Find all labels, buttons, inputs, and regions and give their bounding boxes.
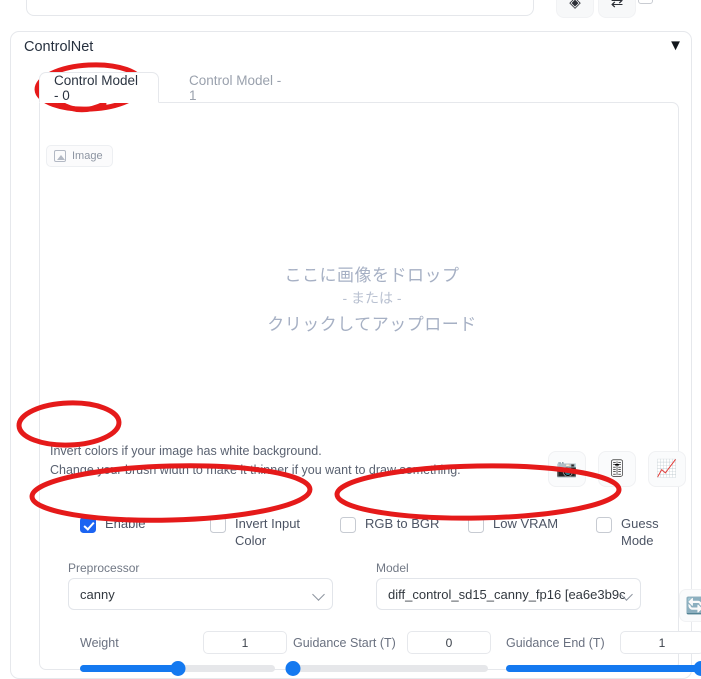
preprocessor-select[interactable]: canny [68,578,333,610]
control-model-tabs: Control Model - 0 Control Model - 1 [25,72,679,103]
draw-curve-button[interactable]: 📈 [648,451,686,487]
controlnet-header[interactable]: ControlNet ▼ [11,32,693,65]
model-select[interactable]: diff_control_sd15_canny_fp16 [ea6e3b9c [376,578,641,610]
checkbox-box[interactable] [468,517,484,533]
checkbox-box[interactable] [340,517,356,533]
slider-thumb[interactable] [285,661,301,676]
checkbox-label: Guess Mode [621,516,659,548]
slider-fill [506,665,701,672]
slider-trio: Weight 1 Guidance Start (T) 0 Guidance E… [40,631,701,679]
slider-value[interactable]: 0 [407,631,491,654]
preprocessor-label: Preprocessor [68,561,140,575]
prompt-textbox[interactable] [26,0,534,16]
image-source-tab[interactable]: Image [46,145,113,167]
checkbox-label: Invert Input Color [235,516,301,548]
hint-line-2: Change your brush width to make it thinn… [50,463,461,477]
slider-thumb[interactable] [693,661,701,676]
curve-arrow-icon: 📈 [656,459,678,478]
checkbox-low-vram[interactable]: Low VRAM [468,515,558,533]
control-model-0-body: Image ここに画像をドロップ - または - クリックしてアップロード In… [39,102,701,676]
checkbox-box[interactable] [210,517,226,533]
model-group: Model diff_control_sd15_canny_fp16 [ea6e… [376,561,641,610]
sliders-icon: 🎚 [606,459,628,478]
dice-icon: ◈ [569,0,581,11]
slider-label: Weight [80,636,119,650]
brush-hint-text: Invert colors if your image has white ba… [50,442,461,480]
refresh-icon: 🔄 [685,597,701,615]
camera-icon: 📷 [556,459,578,478]
hint-line-1: Invert colors if your image has white ba… [50,444,322,458]
page-title: ControlNet [24,39,94,55]
slider-thumb[interactable] [170,661,185,676]
checkbox-label: RGB to BGR [365,516,440,531]
dice-button[interactable]: ◈ [556,0,594,18]
slider-label: Guidance Start (T) [293,636,396,650]
model-value: diff_control_sd15_canny_fp16 [ea6e3b9c [388,586,626,602]
options-checkbox-row: Enable Invert Input Color RGB to BGR Low… [50,515,675,553]
dropzone-line-1: ここに画像をドロップ [284,265,460,285]
slider-track[interactable] [80,661,275,676]
chevron-down-icon[interactable] [312,588,325,601]
preprocessor-value: canny [80,586,115,602]
slider-label: Guidance End (T) [506,636,605,650]
dropzone-line-2: - または - [342,289,402,306]
extra-checkbox[interactable] [638,0,653,4]
image-dropzone[interactable]: ここに画像をドロップ - または - クリックしてアップロード [52,169,692,426]
checkbox-box[interactable] [80,517,96,533]
controlnet-panel: ControlNet ▼ Control Model - 0 Control M… [10,31,701,679]
slider-value[interactable]: 1 [620,631,701,654]
tab-control-model-1[interactable]: Control Model - 1 [175,72,305,103]
slider-value[interactable]: 1 [203,631,287,654]
image-tab-label: Image [72,150,103,162]
model-label: Model [376,561,409,575]
tab-label: Control Model - 1 [189,72,282,103]
top-toolbar-strip: ◈ ⇄ Extra [0,0,701,22]
checkbox-guess-mode[interactable]: Guess Mode [596,515,675,549]
extra-checkbox-label: Extra [659,0,688,2]
image-icon [54,150,66,162]
checkbox-invert-input-color[interactable]: Invert Input Color [210,515,315,549]
brush-settings-button[interactable]: 🎚 [598,451,636,487]
slider-track[interactable] [506,661,701,676]
preprocessor-group: Preprocessor canny [68,561,333,610]
refresh-models-button[interactable]: 🔄 [679,589,701,622]
dropzone-line-3: クリックしてアップロード [267,314,477,334]
chevron-down-icon[interactable]: ▼ [668,38,683,53]
slider-fill [80,665,178,672]
checkbox-enable[interactable]: Enable [80,515,145,533]
tab-control-model-0[interactable]: Control Model - 0 [39,72,159,103]
slider-track[interactable] [285,661,488,676]
checkbox-box[interactable] [596,517,612,533]
webcam-button[interactable]: 📷 [548,451,586,487]
recycle-icon: ⇄ [610,0,624,11]
tab-label: Control Model - 0 [54,72,139,103]
checkbox-label: Enable [105,516,146,531]
recycle-button[interactable]: ⇄ [598,0,636,18]
checkbox-label: Low VRAM [493,516,559,531]
screenshot-root: ◈ ⇄ Extra ControlNet ▼ Control Model - 0… [0,0,701,679]
checkbox-rgb-to-bgr[interactable]: RGB to BGR [340,515,439,533]
